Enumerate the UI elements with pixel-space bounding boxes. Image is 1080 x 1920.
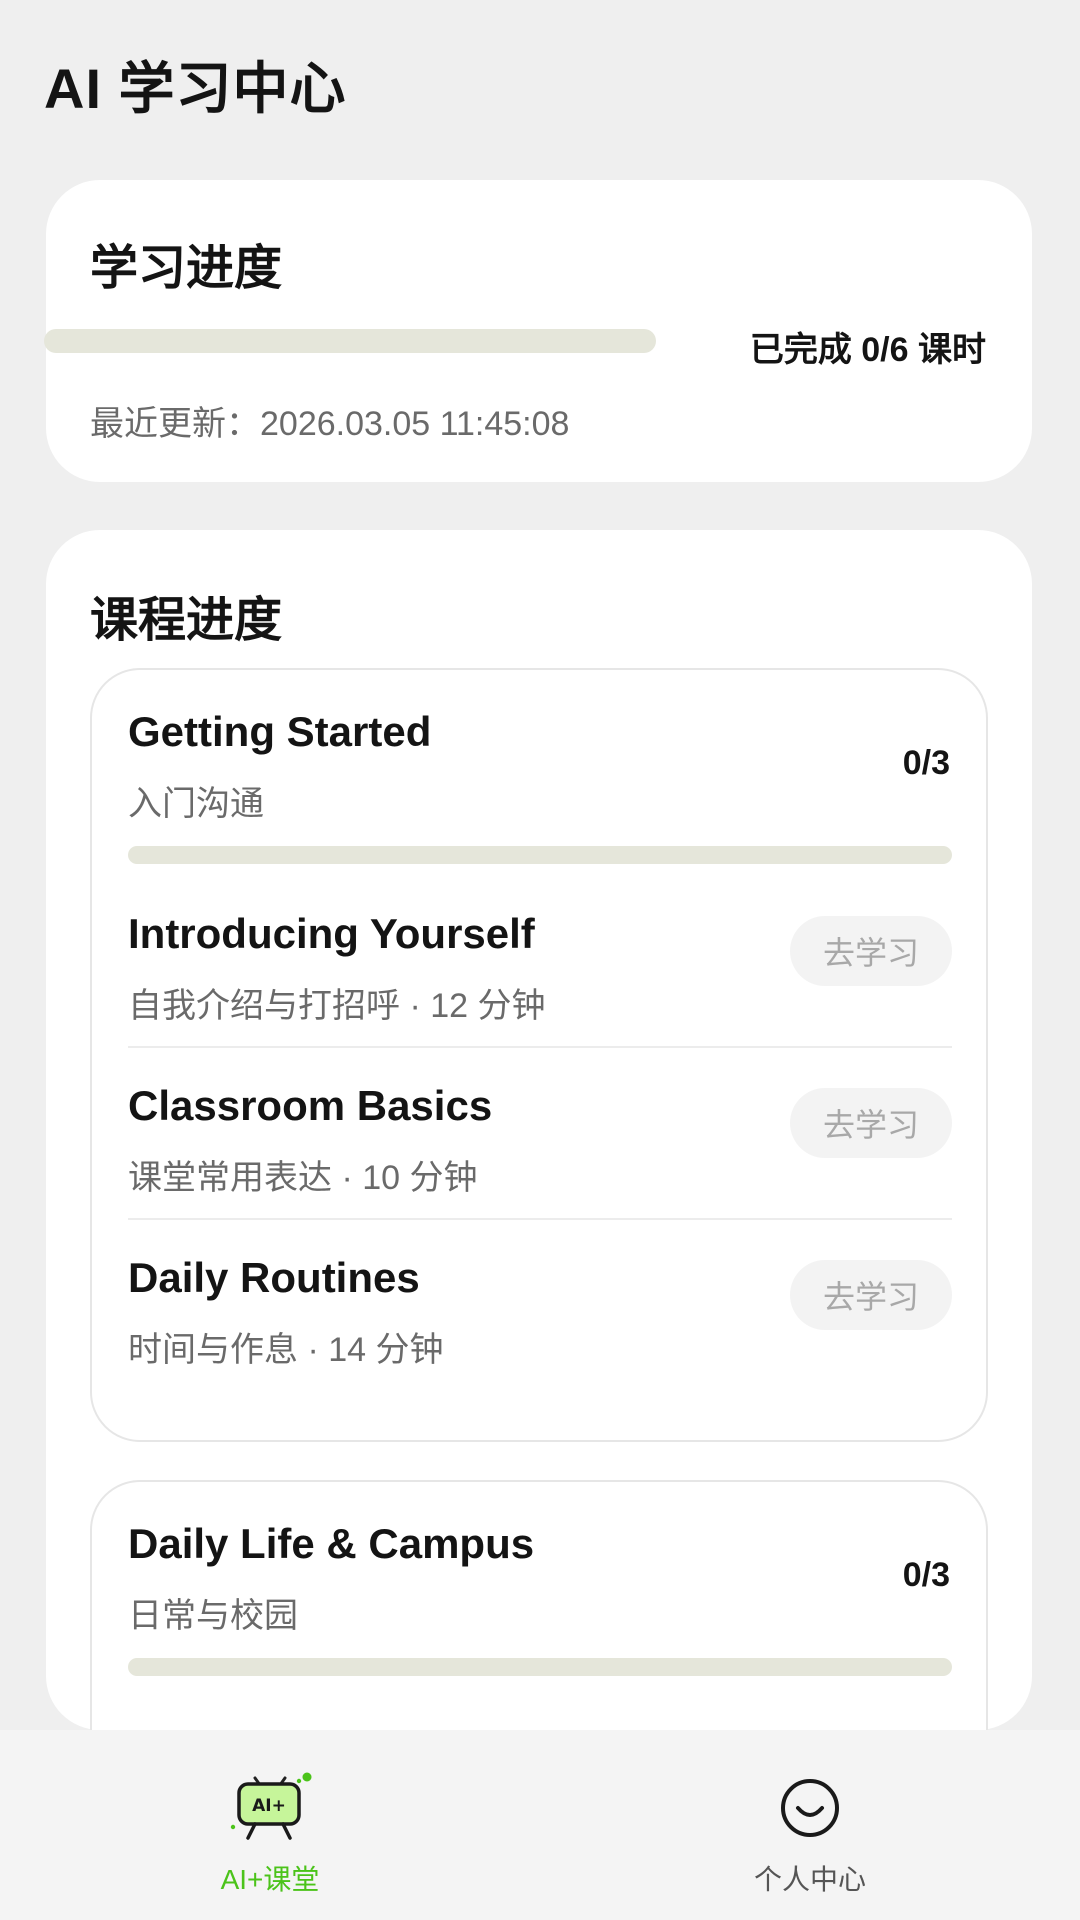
lesson-title: Classroom Basics (128, 1082, 493, 1129)
module-progress-bar (128, 1658, 952, 1676)
lesson-description: 时间与作息 (128, 1331, 298, 1369)
smiley-face-icon (781, 1779, 839, 1837)
lesson-description: 自我介绍与打招呼 (128, 987, 400, 1025)
ai-classroom-icon-text: AI+ (252, 1796, 286, 1816)
go-study-button[interactable]: 去学习 (790, 1260, 952, 1330)
module-title: Daily Life & Campus (128, 1520, 535, 1567)
page-title: AI 学习中心 (44, 57, 347, 120)
learning-progress-heading: 学习进度 (90, 242, 283, 295)
lesson-separator: · (332, 1159, 363, 1197)
tab-label: AI+课堂 (220, 1864, 320, 1895)
lesson-duration: 10 分钟 (362, 1159, 478, 1197)
lesson-item: Classroom Basics 课堂常用表达 · 10 分钟 去学习 (128, 1048, 952, 1220)
bottom-tab-bar: AI+ AI+课堂 个人中心 (0, 1730, 1080, 1920)
lesson-duration: 14 分钟 (328, 1331, 444, 1369)
module-progress-bar (128, 846, 952, 864)
go-study-button[interactable]: 去学习 (790, 916, 952, 986)
lesson-title: Introducing Yourself (128, 910, 535, 957)
tab-ai-classroom[interactable]: AI+ AI+课堂 (0, 1730, 540, 1920)
lesson-item: Introducing Yourself 自我介绍与打招呼 · 12 分钟 去学… (128, 876, 952, 1048)
module-subtitle: 日常与校园 (128, 1597, 298, 1635)
module-progress-count: 0/3 (902, 1556, 950, 1594)
app-page: AI 学习中心 学习进度 已完成 0/6 课时 最近更新：2026.03.05 … (0, 0, 1080, 1920)
module-progress-count: 0/3 (902, 744, 950, 782)
ai-classroom-icon: AI+ (230, 1772, 312, 1840)
lesson-meta: 自我介绍与打招呼 · 12 分钟 (128, 978, 545, 1027)
go-study-button[interactable]: 去学习 (790, 1088, 952, 1158)
module-subtitle: 入门沟通 (128, 785, 264, 823)
overall-progress-bar (44, 329, 656, 353)
completed-lessons-count: 已完成 0/6 课时 (749, 331, 986, 369)
lesson-description: 课堂常用表达 (128, 1159, 332, 1197)
last-updated-timestamp: 2026.03.05 11:45:08 (260, 405, 570, 443)
course-module: Getting Started 入门沟通 0/3 Introducing You… (90, 668, 988, 1442)
tab-profile[interactable]: 个人中心 (540, 1730, 1080, 1920)
lesson-item: Daily Routines 时间与作息 · 14 分钟 去学习 (128, 1220, 952, 1392)
lesson-meta: 课堂常用表达 · 10 分钟 (128, 1150, 477, 1199)
lesson-meta: 时间与作息 · 14 分钟 (128, 1322, 443, 1371)
course-progress-card: 课程进度 Getting Started 入门沟通 0/3 Introducin… (46, 530, 1032, 1880)
last-updated: 最近更新：2026.03.05 11:45:08 (90, 396, 569, 445)
course-progress-heading: 课程进度 (90, 594, 283, 647)
lesson-separator: · (400, 987, 431, 1025)
module-title: Getting Started (128, 708, 432, 755)
tab-label: 个人中心 (753, 1864, 866, 1895)
last-updated-label: 最近更新： (90, 405, 260, 443)
lesson-duration: 12 分钟 (430, 987, 546, 1025)
lesson-separator: · (298, 1331, 329, 1369)
lesson-title: Daily Routines (128, 1254, 420, 1301)
